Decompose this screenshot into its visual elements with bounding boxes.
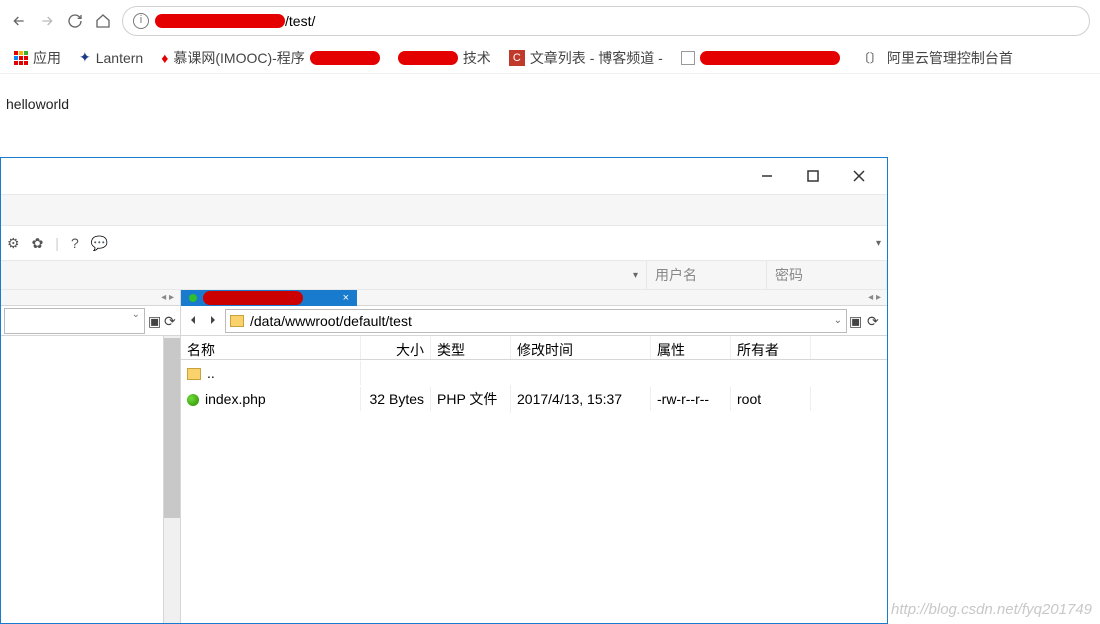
col-name[interactable]: 名称 xyxy=(181,336,361,359)
nav-back-icon[interactable] xyxy=(185,312,203,330)
maximize-button[interactable] xyxy=(807,170,819,182)
table-row[interactable]: index.php 32 Bytes PHP 文件 2017/4/13, 15:… xyxy=(181,386,887,412)
minimize-button[interactable] xyxy=(761,170,773,182)
remote-path-row: /data/wwwroot/default/test ⌄ ▣ ⟳ xyxy=(181,306,887,336)
url-suffix: /test/ xyxy=(285,13,315,29)
quickconnect-row: ▾ 用户名 密码 xyxy=(1,260,887,290)
apps-icon xyxy=(14,51,28,65)
status-dot-icon xyxy=(189,294,197,302)
bookmark-aliyun[interactable]: 〔〕阿里云管理控制台首 xyxy=(858,48,1013,68)
forward-icon[interactable] xyxy=(38,12,56,30)
bookmark-imooc[interactable]: ♦慕课网(IMOOC)-程序 xyxy=(161,48,380,68)
grid-header[interactable]: 名称 大小 类型 修改时间 属性 所有者 xyxy=(181,336,887,360)
col-size[interactable]: 大小 xyxy=(361,336,431,359)
refresh-icon[interactable]: ⟳ xyxy=(164,313,180,329)
col-attr[interactable]: 属性 xyxy=(651,336,731,359)
col-owner[interactable]: 所有者 xyxy=(731,336,811,359)
home-icon[interactable] xyxy=(94,12,112,30)
folder-icon xyxy=(230,315,244,327)
local-path-row: ⌄ ▣ ⟳ xyxy=(1,306,180,336)
watermark: http://blog.csdn.net/fyq201749 xyxy=(891,601,1092,618)
php-file-icon xyxy=(187,394,199,406)
close-button[interactable] xyxy=(853,170,865,182)
col-type[interactable]: 类型 xyxy=(431,336,511,359)
username-field[interactable]: 用户名 xyxy=(647,261,767,289)
global-icon[interactable]: ⚙ xyxy=(7,235,20,252)
bookmark-lantern[interactable]: ✦Lantern xyxy=(79,49,143,66)
reload-icon[interactable] xyxy=(66,12,84,30)
folder-icon xyxy=(187,368,201,380)
help-icon[interactable]: ? xyxy=(71,235,79,251)
page-text: helloworld xyxy=(6,96,69,112)
remote-pane: × ◂ ▸ /data/wwwroot/default/test ⌄ ▣ ⟳ 名… xyxy=(181,290,887,623)
local-list[interactable] xyxy=(1,336,180,623)
remote-path-text: /data/wwwroot/default/test xyxy=(250,313,412,329)
scrollbar[interactable] xyxy=(164,336,180,623)
chevron-down-icon[interactable]: ▾ xyxy=(876,238,881,249)
address-bar[interactable]: i /test/ xyxy=(122,6,1090,36)
password-field[interactable]: 密码 xyxy=(767,261,887,289)
remote-file-grid: 名称 大小 类型 修改时间 属性 所有者 .. index.php 32 Byt… xyxy=(181,336,887,623)
bookmark-icon[interactable]: ▣ xyxy=(148,313,164,329)
remote-refresh-icon[interactable]: ⟳ xyxy=(867,313,883,329)
bookmark-tech[interactable]: 技术 xyxy=(398,48,491,68)
page-body: helloworld xyxy=(0,74,1100,133)
tab-close-icon[interactable]: × xyxy=(343,292,349,304)
back-icon[interactable] xyxy=(10,12,28,30)
apps-button[interactable]: 应用 xyxy=(14,48,61,68)
host-dropdown[interactable]: ▾ xyxy=(1,261,647,289)
remote-path-input[interactable]: /data/wwwroot/default/test ⌄ xyxy=(225,309,847,333)
bookmark-blog[interactable]: C文章列表 - 博客频道 - xyxy=(509,48,663,68)
chat-icon[interactable]: 💬 xyxy=(91,235,108,252)
bookmark-redacted[interactable] xyxy=(681,51,840,65)
toolbar: ⚙ ✿ | ? 💬 ▾ xyxy=(1,226,887,260)
redacted-url xyxy=(155,14,285,28)
info-icon[interactable]: i xyxy=(133,13,149,29)
settings-icon[interactable]: ✿ xyxy=(32,235,44,252)
row-parent[interactable]: .. xyxy=(181,360,887,386)
nav-forward-icon[interactable] xyxy=(205,312,223,330)
browser-toolbar: i /test/ xyxy=(0,0,1100,42)
bookmarks-bar: 应用 ✦Lantern ♦慕课网(IMOOC)-程序 技术 C文章列表 - 博客… xyxy=(0,42,1100,74)
ftp-window: ⚙ ✿ | ? 💬 ▾ ▾ 用户名 密码 ◂ ▸ ⌄ ▣ ⟳ × ◂ ▸ xyxy=(0,157,888,624)
col-mtime[interactable]: 修改时间 xyxy=(511,336,651,359)
titlebar xyxy=(1,158,887,194)
remote-tab[interactable]: × xyxy=(181,290,357,306)
apps-label: 应用 xyxy=(33,48,61,68)
remote-bookmark-icon[interactable]: ▣ xyxy=(849,313,865,329)
menu-band xyxy=(1,194,887,226)
local-tabstrip: ◂ ▸ xyxy=(1,290,180,306)
local-path-input[interactable]: ⌄ xyxy=(4,308,145,334)
local-pane: ◂ ▸ ⌄ ▣ ⟳ xyxy=(1,290,181,623)
